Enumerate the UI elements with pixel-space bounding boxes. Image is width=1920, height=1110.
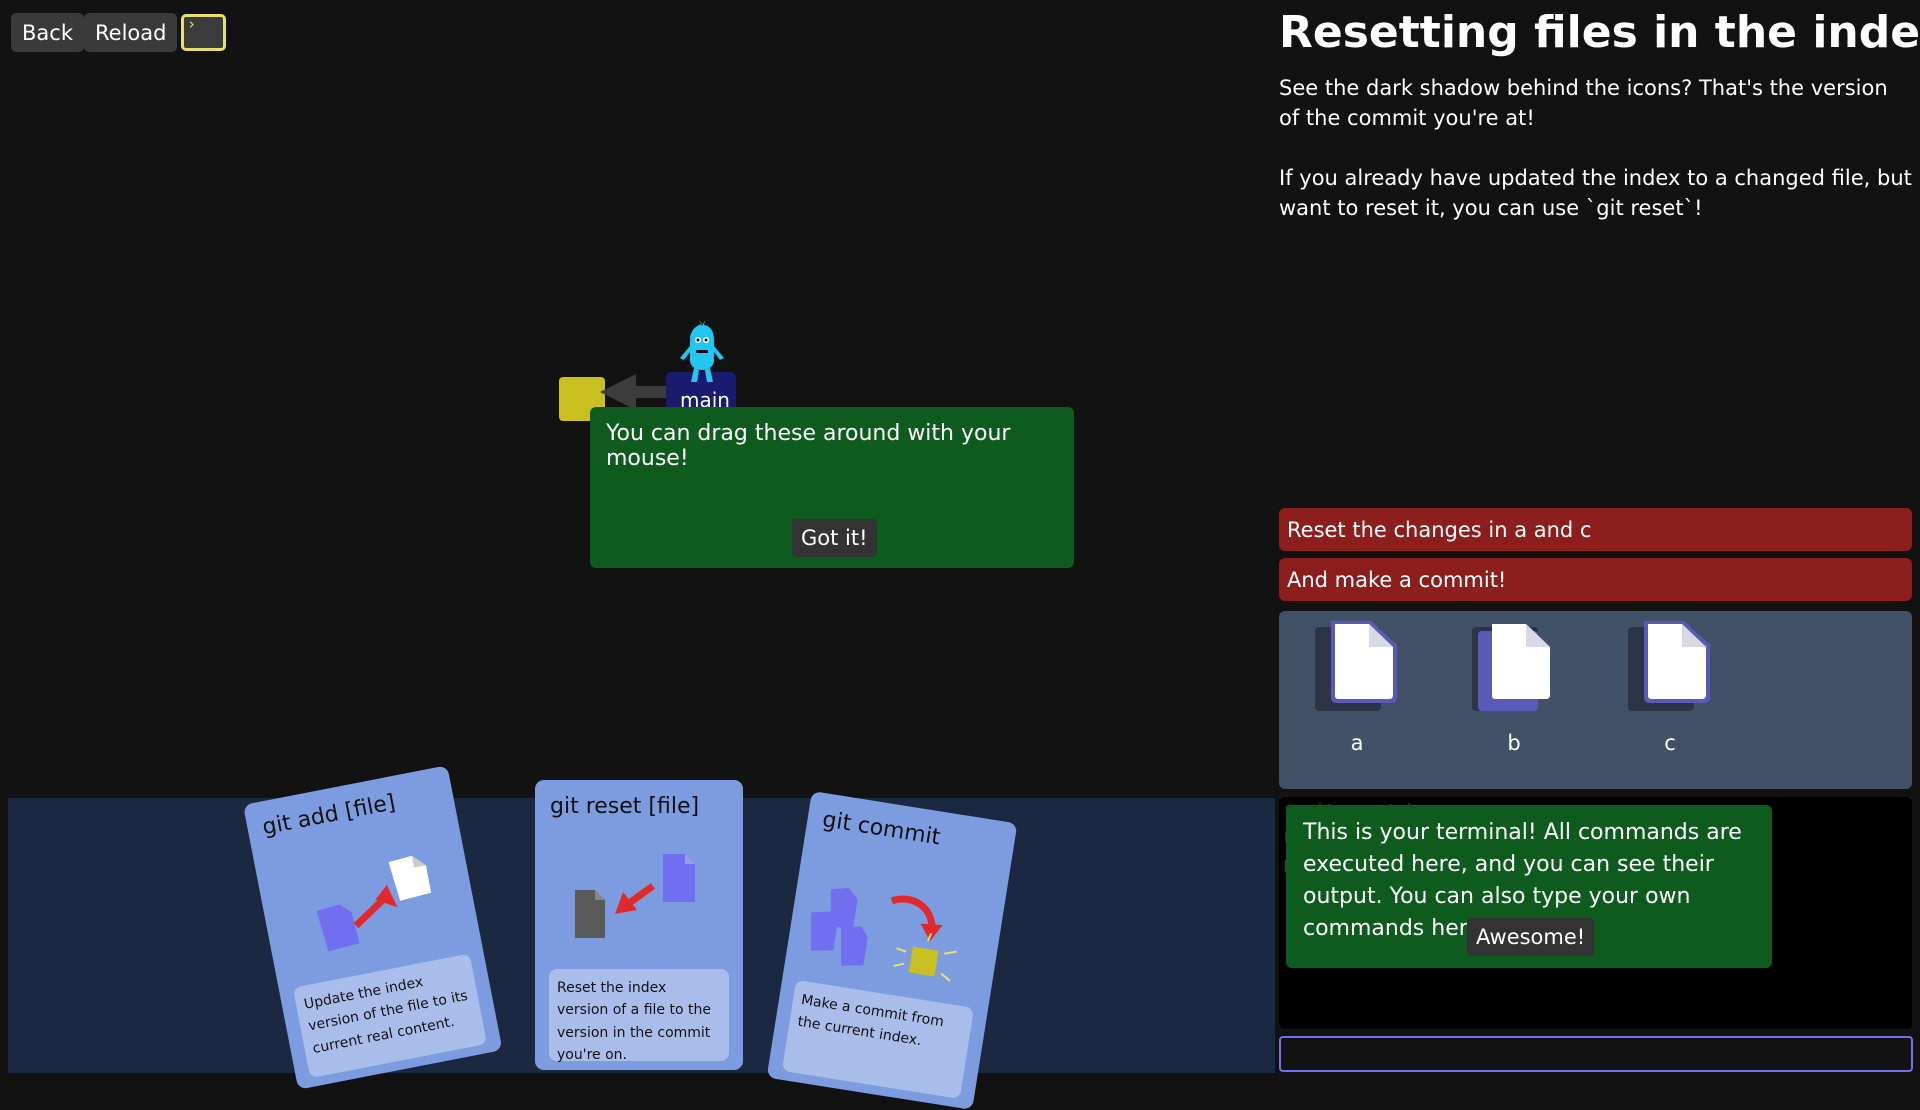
level-hint: If you already have updated the index to… xyxy=(1279,166,1912,220)
goal-item: Reset the changes in a and c xyxy=(1279,508,1912,551)
file-icon xyxy=(1628,621,1710,711)
card-description: Reset the index version of a file to the… xyxy=(549,969,729,1063)
commit-icon xyxy=(810,888,957,982)
terminal-tooltip: This is your terminal! All commands are … xyxy=(1286,805,1772,968)
awesome-button[interactable]: Awesome! xyxy=(1467,918,1595,956)
reset-file-icon xyxy=(575,854,695,938)
card-title: git add [file] xyxy=(260,790,398,841)
file-label: a xyxy=(1350,731,1364,755)
reload-button[interactable]: Reload xyxy=(84,13,178,52)
file-label: c xyxy=(1664,731,1676,755)
file-icon xyxy=(1472,624,1550,711)
back-button[interactable]: Back xyxy=(11,13,84,52)
files-panel: a b c xyxy=(1279,611,1912,789)
terminal-toggle-button[interactable]: › xyxy=(181,14,226,51)
mascot-icon xyxy=(680,320,724,382)
file-a[interactable]: a xyxy=(1315,621,1399,755)
card-title: git commit xyxy=(820,807,943,851)
drag-tooltip: You can drag these around with your mous… xyxy=(590,407,1074,568)
file-icon xyxy=(1315,621,1397,711)
card-title: git reset [file] xyxy=(550,794,700,819)
got-it-button[interactable]: Got it! xyxy=(792,519,877,557)
card-git-reset[interactable]: git reset [file] Reset the index version… xyxy=(535,780,743,1070)
level-title: Resetting files in the index xyxy=(1279,7,1920,58)
card-description: Make a commit from the current index. xyxy=(781,979,975,1099)
arrow-icon xyxy=(600,374,670,410)
file-c[interactable]: c xyxy=(1628,621,1712,755)
file-label: b xyxy=(1507,731,1521,755)
tooltip-text: You can drag these around with your mous… xyxy=(606,421,1011,471)
file-b[interactable]: b xyxy=(1472,621,1556,755)
terminal-input[interactable] xyxy=(1279,1036,1913,1072)
level-description: See the dark shadow behind the icons? Th… xyxy=(1279,76,1888,130)
goal-item: And make a commit! xyxy=(1279,558,1912,601)
terminal-icon: › xyxy=(187,15,197,33)
